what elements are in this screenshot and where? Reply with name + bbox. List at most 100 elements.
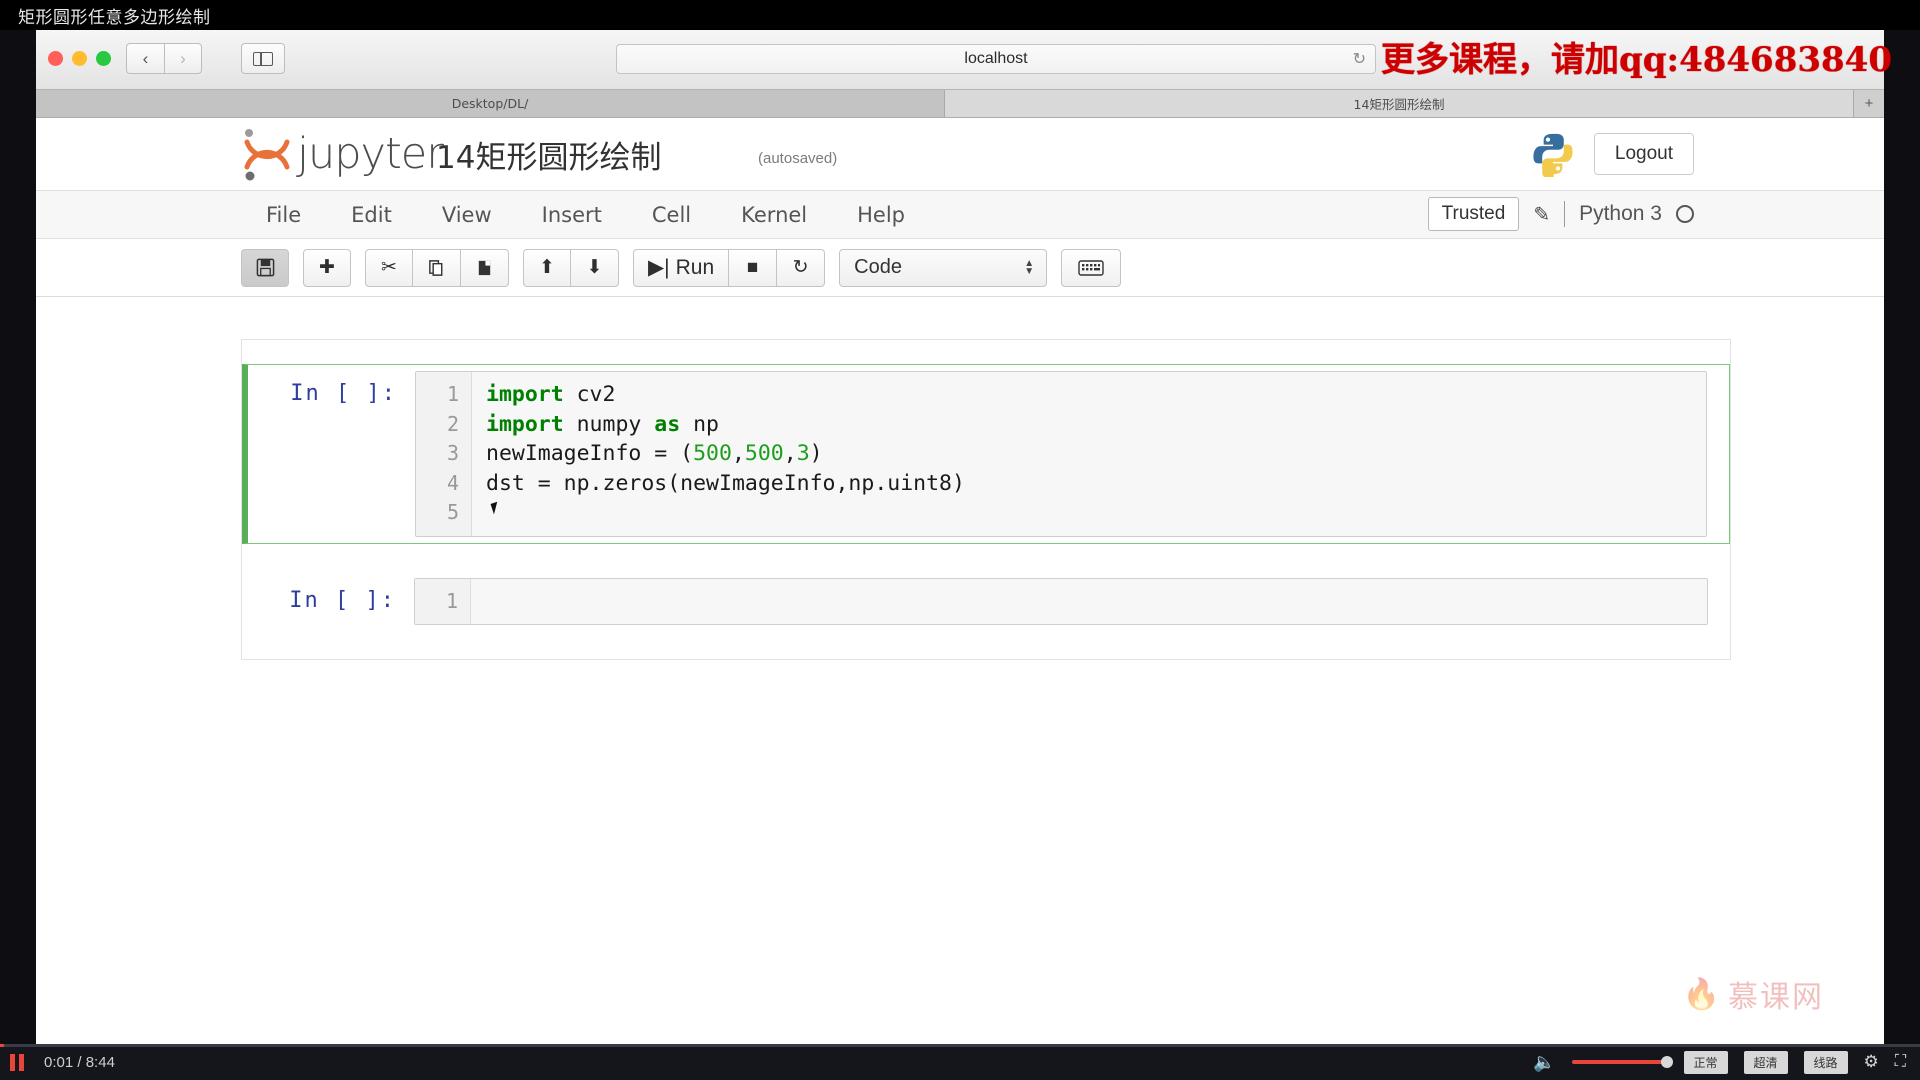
kernel-name-label: Python 3: [1579, 202, 1662, 225]
command-palette-button[interactable]: [1061, 248, 1122, 287]
new-tab-button[interactable]: +: [1854, 90, 1884, 117]
toolbar-group-clipboard: ✂: [365, 248, 509, 287]
jupyter-header: jupyter 14矩形圆形绘制 (autosaved) Logout: [36, 118, 1884, 191]
address-bar-text: localhost: [964, 50, 1028, 67]
video-progress-fill: [0, 1044, 4, 1047]
menu-kernel[interactable]: Kernel: [716, 203, 832, 227]
menubar-divider: [1564, 201, 1566, 227]
copy-icon: [429, 260, 443, 276]
code-line: import numpy as np: [486, 410, 1706, 440]
menu-edit[interactable]: Edit: [326, 203, 417, 227]
menu-cell[interactable]: Cell: [627, 203, 716, 227]
back-button[interactable]: ‹: [126, 43, 164, 74]
minimize-window-button[interactable]: [72, 51, 87, 66]
run-label: Run: [675, 255, 715, 279]
menu-insert[interactable]: Insert: [517, 203, 627, 227]
code-editor[interactable]: [471, 578, 1707, 624]
line-number: 3: [446, 441, 459, 465]
save-icon: [256, 258, 274, 277]
code-token: ): [809, 441, 823, 466]
copy-button[interactable]: [413, 248, 461, 287]
jupyter-wordmark: jupyter: [297, 129, 444, 179]
insert-cell-button[interactable]: ✚: [303, 248, 351, 287]
run-button[interactable]: ▶| Run: [633, 248, 730, 287]
video-course-title: 矩形圆形任意多边形绘制: [18, 8, 211, 28]
nav-buttons: ‹ ›: [126, 43, 202, 74]
code-token: newImageInfo = (: [486, 441, 694, 466]
tab-label: 14矩形圆形绘制: [1353, 97, 1445, 112]
notebook-area: In [ ]: 1 2 3 4 5 import cv2 import numpy…: [36, 297, 1884, 1044]
jupyter-mark-icon: [244, 129, 290, 181]
notebook-name[interactable]: 14矩形圆形绘制: [436, 132, 661, 177]
volume-slider[interactable]: [1571, 1056, 1673, 1068]
code-token: import: [486, 382, 564, 407]
watermark-label: 慕课网: [1728, 980, 1824, 1015]
cell-type-select[interactable]: Code ▲ ▼: [839, 248, 1048, 287]
toolbar-group-save: [241, 248, 289, 287]
code-token: numpy: [563, 411, 655, 437]
sidebar-icon: [253, 51, 273, 66]
code-token: np: [680, 411, 720, 437]
notebook-cell[interactable]: In [ ]: 1 2 3 4 5 import cv2 import numpy…: [242, 364, 1730, 544]
address-bar[interactable]: localhost ↻: [616, 44, 1376, 74]
logout-button[interactable]: Logout: [1593, 133, 1694, 175]
line-number: 4: [446, 470, 459, 495]
kernel-idle-icon: [1676, 205, 1694, 223]
video-time-display: 0:01 / 8:44: [44, 1054, 115, 1071]
tab-strip: Desktop/DL/ 14矩形圆形绘制 +: [36, 90, 1884, 118]
cut-button[interactable]: ✂: [365, 248, 413, 287]
pause-button[interactable]: [10, 1053, 24, 1071]
forward-button[interactable]: ›: [164, 43, 202, 74]
menu-file[interactable]: File: [241, 203, 326, 227]
time-separator: /: [77, 1053, 86, 1071]
line-select-button[interactable]: 线路: [1803, 1050, 1848, 1074]
quality-hd-button[interactable]: 超清: [1743, 1050, 1788, 1074]
menu-help[interactable]: Help: [832, 203, 930, 227]
cell-input-area[interactable]: 1 2 3 4 5 import cv2 import numpy as np ne…: [415, 371, 1707, 537]
pencil-icon[interactable]: ✎: [1533, 202, 1550, 227]
tab-desktop-dl[interactable]: Desktop/DL/: [36, 90, 945, 117]
tab-notebook[interactable]: 14矩形圆形绘制: [945, 90, 1854, 117]
quality-normal-button[interactable]: 正常: [1683, 1050, 1728, 1074]
settings-gear-icon[interactable]: ⚙: [1864, 1052, 1879, 1072]
video-left-controls: 0:01 / 8:44: [10, 1044, 115, 1080]
video-title-bar: 矩形圆形任意多边形绘制: [0, 0, 1920, 30]
save-button[interactable]: [241, 248, 289, 287]
reload-icon[interactable]: ↻: [1353, 49, 1366, 69]
move-cell-down-button[interactable]: ⬇: [571, 248, 619, 287]
notebook-cell[interactable]: In [ ]: 1: [242, 572, 1730, 632]
trusted-badge[interactable]: Trusted: [1427, 197, 1520, 231]
restart-kernel-button[interactable]: ↻: [777, 248, 826, 287]
code-line: dst = np.zeros(newImageInfo,np.uint8): [486, 469, 1706, 499]
cell-input-area[interactable]: 1: [414, 577, 1708, 625]
header-right-group: Logout: [1530, 131, 1694, 177]
jupyter-menubar: File Edit View Insert Cell Kernel Help T…: [36, 191, 1884, 239]
sidebar-toggle-button[interactable]: [241, 43, 285, 74]
move-cell-up-button[interactable]: ⬆: [523, 248, 571, 287]
jupyter-toolbar: ✚ ✂ ⬆ ⬇ ▶| Run ■ ↻ Code ▲ ▼: [36, 239, 1884, 297]
volume-icon[interactable]: 🔈: [1533, 1052, 1555, 1073]
line-number: 1: [446, 382, 459, 406]
current-time: 0:01: [44, 1053, 74, 1071]
paste-icon: [478, 260, 491, 276]
menu-view[interactable]: View: [417, 203, 517, 227]
code-token: 3: [796, 441, 810, 466]
toolbar-group-move: ⬆ ⬇: [523, 248, 619, 287]
paste-button[interactable]: [461, 248, 509, 287]
close-window-button[interactable]: [48, 51, 63, 66]
interrupt-kernel-button[interactable]: ■: [729, 248, 778, 287]
jupyter-logo[interactable]: jupyter: [241, 126, 444, 182]
line-number-gutter: 1 2 3 4 5: [416, 372, 472, 536]
fullscreen-icon[interactable]: ⛶: [1895, 1053, 1906, 1071]
toolbar-group-run: ▶| Run ■ ↻: [633, 248, 826, 287]
promo-overlay-text: 更多课程，请加qq:484683840: [1380, 40, 1892, 80]
chevron-updown-icon: ▲ ▼: [1024, 257, 1035, 277]
menubar-right-group: Trusted ✎ Python 3: [1427, 197, 1694, 231]
code-editor[interactable]: import cv2 import numpy as np newImageInfo…: [472, 372, 1706, 536]
cell-prompt: In [ ]:: [289, 587, 396, 613]
zoom-window-button[interactable]: [96, 51, 111, 66]
total-time: 8:44: [85, 1053, 115, 1071]
volume-knob[interactable]: [1660, 1056, 1673, 1068]
